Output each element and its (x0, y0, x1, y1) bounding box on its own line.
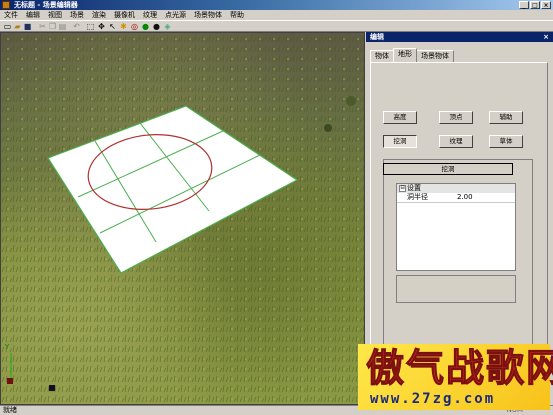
menu-scene[interactable]: 场景 (69, 10, 85, 20)
category-label: 设置 (407, 184, 421, 192)
fill-icon[interactable]: ● (141, 22, 150, 31)
property-value[interactable]: 2.00 (457, 193, 473, 202)
menu-scene-object[interactable]: 场景物体 (193, 10, 223, 20)
watermark-url: www.27zg.com (370, 391, 496, 407)
title-bar: 无标题 - 场景编辑器 _ □ × (0, 0, 553, 10)
origin-marker (7, 378, 13, 384)
menu-edit[interactable]: 编辑 (25, 10, 41, 20)
helper-button[interactable]: 辅助 (489, 111, 523, 124)
collapse-icon[interactable]: ⊟ (399, 185, 406, 192)
light-icon[interactable]: ✱ (119, 22, 128, 31)
height-button[interactable]: 高度 (383, 111, 417, 124)
menu-file[interactable]: 文件 (3, 10, 19, 20)
minimize-button[interactable]: _ (519, 1, 529, 9)
save-icon[interactable]: ■ (23, 22, 32, 31)
status-text: 就绪 (3, 406, 17, 414)
tab-object[interactable]: 物体 (370, 50, 394, 62)
property-name: 洞半径 (407, 193, 428, 201)
property-description (396, 275, 516, 303)
undo-icon[interactable]: ↶ (72, 22, 81, 31)
y-axis-label: Y (4, 343, 10, 351)
texture-button[interactable]: 纹理 (439, 135, 473, 148)
select-icon[interactable]: ⬚ (86, 22, 95, 31)
toolbar: ▭ ▰ ■ ✂ ❐ ▤ ↶ ⬚ ✥ ↖ ✱ ◎ ● ● ◈ (0, 20, 553, 32)
maximize-button[interactable]: □ (530, 1, 540, 9)
menu-texture[interactable]: 纹理 (142, 10, 158, 20)
menu-view[interactable]: 视图 (47, 10, 63, 20)
menu-render[interactable]: 渲染 (91, 10, 107, 20)
window-title: 无标题 - 场景编辑器 (14, 1, 78, 9)
panel-title: 编辑 (370, 33, 384, 41)
watermark: 傲气战歌网 www.27zg.com (358, 344, 553, 410)
menu-camera[interactable]: 摄像机 (113, 10, 136, 20)
group-title: 挖洞 (383, 163, 513, 175)
vertex-button[interactable]: 顶点 (439, 111, 473, 124)
menu-bar: 文件 编辑 视图 场景 渲染 摄像机 纹理 点光源 场景物体 帮助 (0, 10, 553, 20)
app-icon (2, 1, 10, 9)
panel-tabs: 物体 地形 场景物体 (370, 48, 454, 62)
sphere-icon[interactable]: ● (152, 22, 161, 31)
tab-terrain[interactable]: 地形 (393, 48, 417, 62)
dig-hole-button[interactable]: 挖洞 (383, 135, 417, 148)
tab-scene-object[interactable]: 场景物体 (416, 50, 454, 62)
terrain-icon[interactable]: ◈ (163, 22, 172, 31)
axis-marker (49, 385, 55, 391)
menu-pointlight[interactable]: 点光源 (164, 10, 187, 20)
property-grid[interactable]: ⊟ 设置 洞半径 2.00 (396, 183, 516, 271)
circle-icon[interactable]: ◎ (130, 22, 139, 31)
menu-help[interactable]: 帮助 (229, 10, 245, 20)
scene-canvas[interactable]: Y (1, 33, 365, 405)
rotate-icon[interactable]: ↖ (108, 22, 117, 31)
close-button[interactable]: × (541, 1, 551, 9)
move-icon[interactable]: ✥ (97, 22, 106, 31)
grass-button[interactable]: 草体 (489, 135, 523, 148)
property-row[interactable]: 洞半径 2.00 (397, 193, 515, 203)
scene-viewport[interactable]: Y (0, 32, 365, 405)
open-icon[interactable]: ▰ (13, 22, 22, 31)
panel-close-icon[interactable]: × (543, 32, 549, 42)
panel-header: 编辑 × (366, 32, 553, 42)
property-category[interactable]: ⊟ 设置 (397, 184, 515, 193)
watermark-title: 傲气战歌网 (365, 346, 553, 391)
paste-icon[interactable]: ▤ (58, 22, 67, 31)
cut-icon[interactable]: ✂ (38, 22, 47, 31)
copy-icon[interactable]: ❐ (48, 22, 57, 31)
new-file-icon[interactable]: ▭ (3, 22, 12, 31)
